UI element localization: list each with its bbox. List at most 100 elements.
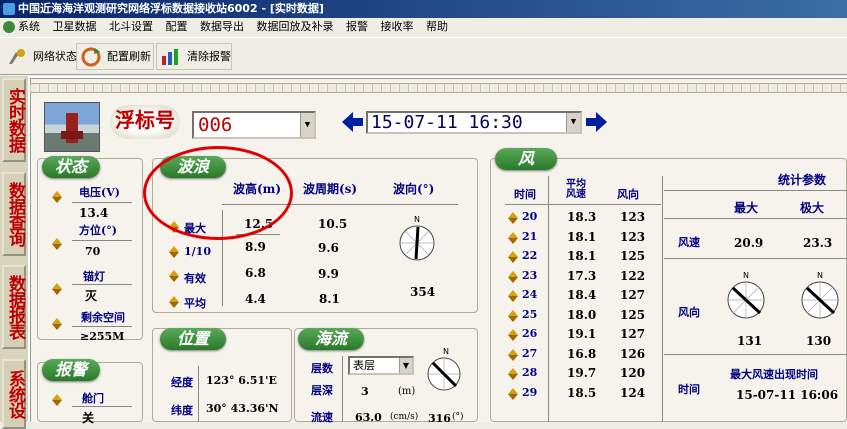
- wind-time-value: 25: [522, 308, 538, 321]
- buoy-id-select[interactable]: 006 ▼: [192, 111, 316, 139]
- wind-time-header: 时间: [514, 188, 536, 201]
- wave-direction-header: 波向(°): [393, 182, 435, 196]
- prev-arrow-icon[interactable]: [340, 110, 364, 134]
- heading-value: 70: [85, 245, 101, 258]
- heading-label: 方位(°): [79, 224, 117, 237]
- decorative-border: [30, 83, 847, 93]
- wind-speed-value: 19.1: [567, 327, 597, 341]
- nav-data-query[interactable]: 数据查询: [2, 172, 26, 256]
- wave-height-value: 8.9: [245, 240, 266, 254]
- position-title: 位置: [160, 328, 226, 350]
- wind-direction-value: 125: [620, 249, 646, 263]
- bullet-icon: [508, 310, 518, 322]
- bullet-icon: [508, 271, 518, 283]
- divider: [505, 204, 661, 205]
- divider: [664, 218, 847, 219]
- speed-unit: (cm/s): [390, 412, 419, 422]
- chevron-down-icon[interactable]: ▼: [300, 113, 314, 137]
- wind-time-value: 26: [522, 327, 538, 340]
- stats-time-value: 15-07-11 16:06: [736, 388, 839, 402]
- config-refresh-label: 配置刷新: [107, 50, 151, 63]
- network-status-label: 网络状态: [33, 50, 77, 63]
- voltage-value: 13.4: [79, 206, 109, 220]
- depth-unit: (m): [398, 386, 416, 397]
- wave-period-header: 波周期(s): [303, 182, 358, 196]
- wind-direction-value: 120: [620, 366, 646, 380]
- network-status-button[interactable]: 网络状态: [2, 43, 77, 70]
- menu-app-icon: [3, 21, 15, 33]
- alarm-title: 报警: [42, 359, 100, 381]
- menu-config[interactable]: 配置: [166, 20, 188, 33]
- menu-export[interactable]: 数据导出: [200, 20, 244, 33]
- latitude-label: 纬度: [171, 404, 193, 417]
- door-value: 关: [82, 411, 95, 425]
- wind-direction-value: 127: [620, 288, 646, 302]
- wave-height-value: 4.4: [245, 292, 266, 306]
- window-title: 中国近海海洋观测研究网络浮标数据接收站6002 - [实时数据]: [18, 2, 324, 15]
- layer-select[interactable]: 表层 ▼: [348, 356, 414, 375]
- bullet-icon: [508, 212, 518, 224]
- voltage-label: 电压(V): [79, 186, 120, 199]
- wind-direction-value: 125: [620, 308, 646, 322]
- refresh-icon: [81, 47, 101, 67]
- lamp-label: 锚灯: [83, 270, 105, 283]
- toolbar: 网络状态 配置刷新 清除报警: [0, 37, 847, 75]
- nav-system-settings[interactable]: 系统设: [2, 359, 26, 429]
- bullet-icon: [508, 251, 518, 263]
- chevron-down-icon[interactable]: ▼: [399, 358, 412, 373]
- wind-direction-value: 124: [620, 386, 646, 400]
- menu-alarm[interactable]: 报警: [346, 20, 368, 33]
- datetime-value: 15-07-11 16:30: [371, 112, 523, 133]
- datetime-select[interactable]: 15-07-11 16:30 ▼: [366, 111, 582, 134]
- wave-period-value: 9.9: [318, 267, 339, 281]
- stats-time-label: 时间: [678, 383, 700, 396]
- divider: [72, 406, 132, 407]
- bullet-icon: [508, 329, 518, 341]
- space-value: ≥255M: [80, 330, 125, 343]
- menu-system[interactable]: 系统: [18, 20, 40, 33]
- compass-north-letter: N: [443, 347, 449, 356]
- bullet-icon: [508, 349, 518, 361]
- wave-row-name: 平均: [184, 297, 206, 310]
- door-label: 舱门: [82, 392, 104, 405]
- wave-period-value: 10.5: [318, 217, 348, 231]
- bullet-icon: [169, 246, 179, 258]
- wind-speed-value: 19.7: [567, 366, 597, 380]
- wind-time-value: 29: [522, 386, 538, 399]
- menu-replay[interactable]: 数据回放及补录: [257, 20, 334, 33]
- clear-alarm-button[interactable]: 清除报警: [156, 43, 232, 70]
- next-arrow-icon[interactable]: [585, 110, 609, 134]
- bullet-icon: [52, 238, 62, 250]
- wave-period-value: 9.6: [318, 241, 339, 255]
- menu-beidou[interactable]: 北斗设置: [109, 20, 153, 33]
- wind-dir-header: 风向: [617, 188, 639, 201]
- wind-time-value: 22: [522, 249, 538, 262]
- nav-realtime-data[interactable]: 实时数据: [2, 78, 26, 162]
- buoy-photo: [44, 102, 100, 152]
- stats-speed-max: 20.9: [734, 236, 764, 250]
- chevron-down-icon[interactable]: ▼: [566, 113, 580, 132]
- app-icon: [3, 3, 15, 15]
- config-refresh-button[interactable]: 配置刷新: [76, 43, 154, 70]
- wind-title: 风: [495, 148, 557, 170]
- space-label: 剩余空间: [81, 311, 125, 324]
- divider: [342, 356, 343, 422]
- bullet-icon: [169, 296, 179, 308]
- menu-receive-rate[interactable]: 接收率: [381, 20, 414, 33]
- layer-label: 层数: [311, 362, 333, 375]
- wave-height-value: 6.8: [245, 266, 266, 280]
- stats-dir-max: 131: [737, 334, 763, 348]
- side-nav: 实时数据 数据查询 数据报表 系统设: [0, 76, 28, 429]
- direction-unit: (°): [452, 412, 464, 422]
- wind-speed-value: 18.1: [567, 249, 597, 263]
- buoy-id-value: 006: [198, 114, 233, 136]
- depth-value: 3: [361, 385, 369, 398]
- wind-time-value: 23: [522, 269, 538, 282]
- nav-data-report[interactable]: 数据报表: [2, 265, 26, 349]
- menu-satellite[interactable]: 卫星数据: [53, 20, 97, 33]
- menu-help[interactable]: 帮助: [426, 20, 448, 33]
- stats-dir-extreme: 130: [806, 334, 832, 348]
- wind-max-compass-icon: N: [727, 271, 765, 319]
- wind-avg-header: 平均风速: [566, 179, 586, 200]
- wind-speed-value: 18.3: [567, 210, 597, 224]
